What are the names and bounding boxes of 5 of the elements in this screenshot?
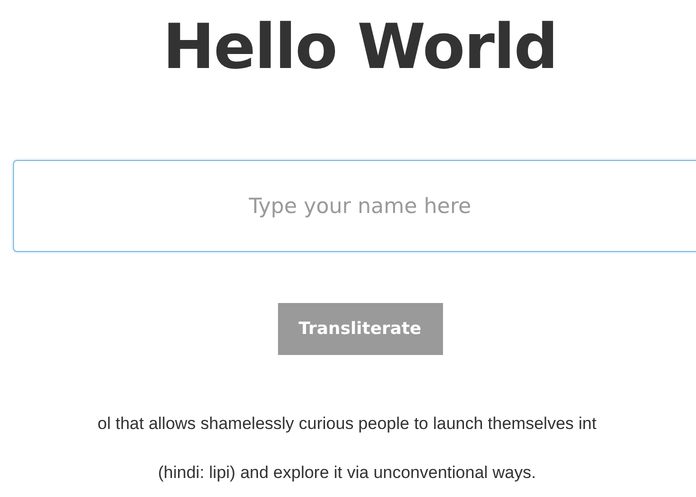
transliterate-button[interactable]: Transliterate [278, 302, 442, 355]
page-heading: Hello World [162, 9, 558, 85]
name-input-field[interactable]: Type your name here [13, 160, 696, 252]
description-text: ol that allows shamelessly curious people to launch themselves int [98, 413, 596, 435]
description-text: (hindi: lipi) and explore it via unconventional ways. [158, 462, 536, 484]
